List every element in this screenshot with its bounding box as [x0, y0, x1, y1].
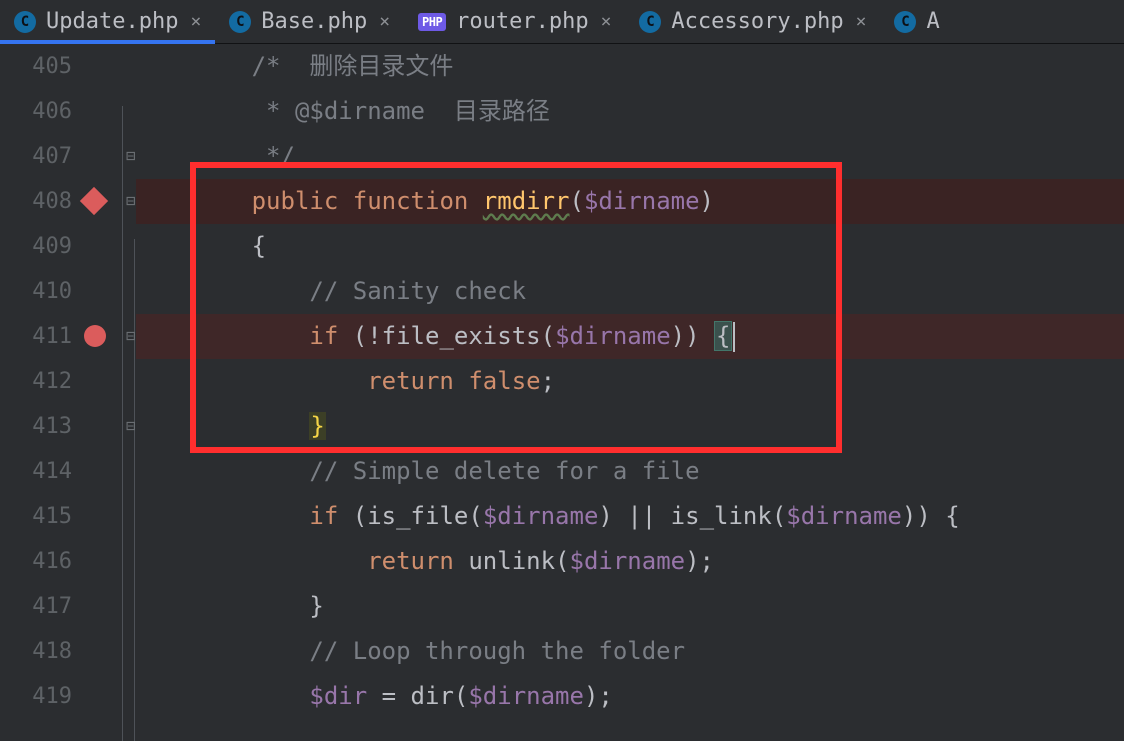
code-line: {	[136, 224, 1124, 269]
code-line: /* 删除目录文件	[136, 44, 1124, 89]
close-icon[interactable]: ×	[599, 11, 612, 32]
code-editor[interactable]: 4054064074084094104114124134144154164174…	[0, 44, 1124, 741]
close-icon[interactable]: ×	[188, 11, 201, 32]
class-icon: C	[639, 11, 661, 33]
tab-router-php[interactable]: PHP router.php ×	[404, 0, 625, 43]
fold-gutter[interactable]: ⊟⊟⊟⊟	[110, 44, 136, 741]
code-line: if (!file_exists($dirname)) {	[136, 314, 1124, 359]
code-line: return unlink($dirname);	[136, 539, 1124, 584]
tab-extra[interactable]: C A	[880, 0, 953, 43]
code-content[interactable]: /* 删除目录文件 * @$dirname 目录路径 */ public fun…	[136, 44, 1124, 741]
code-line: $dir = dir($dirname);	[136, 674, 1124, 719]
tab-label: Accessory.php	[671, 9, 843, 34]
text-caret	[733, 322, 735, 352]
breakpoint-circle-icon[interactable]	[84, 325, 106, 347]
code-line: // Loop through the folder	[136, 629, 1124, 674]
class-icon: C	[894, 11, 916, 33]
tab-bar: C Update.php × C Base.php × PHP router.p…	[0, 0, 1124, 44]
tab-label: router.php	[456, 9, 588, 34]
code-line: * @$dirname 目录路径	[136, 89, 1124, 134]
code-line: public function rmdirr($dirname)	[136, 179, 1124, 224]
tab-label: A	[926, 9, 939, 34]
indent-guide	[122, 106, 123, 741]
class-icon: C	[229, 11, 251, 33]
close-icon[interactable]: ×	[377, 11, 390, 32]
tab-label: Update.php	[46, 9, 178, 34]
tab-label: Base.php	[261, 9, 367, 34]
code-line: */	[136, 134, 1124, 179]
tab-base-php[interactable]: C Base.php ×	[215, 0, 404, 43]
code-line: // Sanity check	[136, 269, 1124, 314]
breakpoint-gutter[interactable]	[80, 44, 110, 741]
tab-update-php[interactable]: C Update.php ×	[0, 0, 215, 43]
code-line: return false;	[136, 359, 1124, 404]
code-line: }	[136, 404, 1124, 449]
code-line: if (is_file($dirname) || is_link($dirnam…	[136, 494, 1124, 539]
code-line: }	[136, 584, 1124, 629]
code-line: // Simple delete for a file	[136, 449, 1124, 494]
line-number-gutter[interactable]: 4054064074084094104114124134144154164174…	[0, 44, 80, 741]
indent-guide	[134, 239, 135, 741]
close-icon[interactable]: ×	[854, 11, 867, 32]
tab-accessory-php[interactable]: C Accessory.php ×	[625, 0, 880, 43]
php-icon: PHP	[418, 13, 446, 31]
breakpoint-diamond-icon[interactable]	[80, 187, 108, 215]
class-icon: C	[14, 11, 36, 33]
